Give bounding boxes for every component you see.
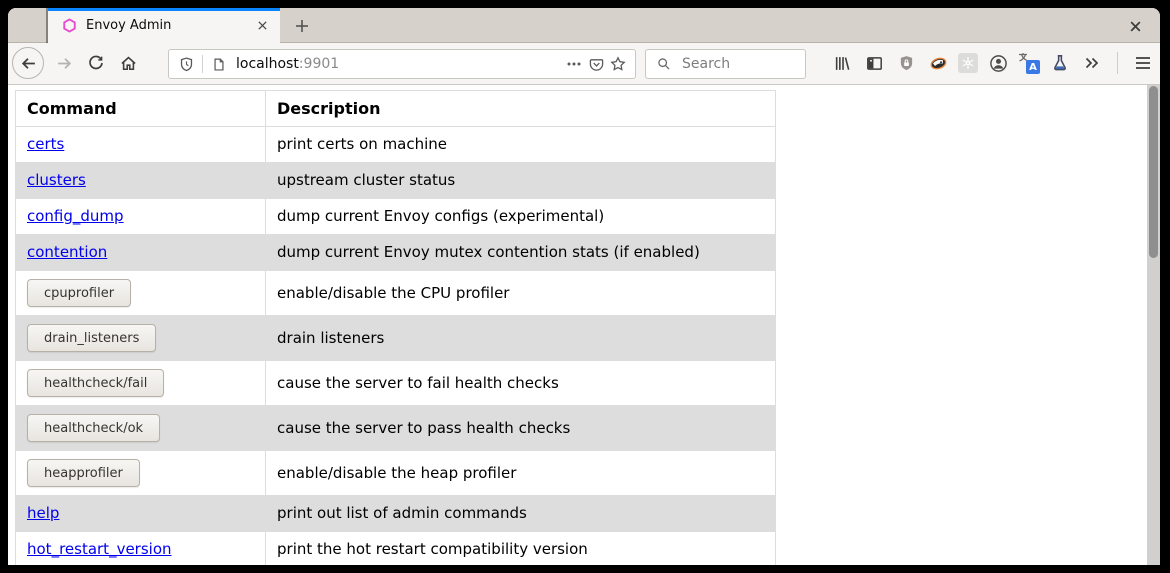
admin-command-table: Command Description certs print certs on … [15, 90, 776, 565]
command-button[interactable]: heapprofiler [27, 459, 140, 487]
command-button[interactable]: healthcheck/fail [27, 369, 164, 397]
table-row: heapprofiler enable/disable the heap prof… [16, 451, 776, 496]
scrollbar-thumb[interactable] [1149, 86, 1158, 258]
translate-extension-icon[interactable]: A [1018, 52, 1040, 74]
command-link[interactable]: hot_restart_version [27, 540, 172, 558]
command-cell: heapprofiler [16, 451, 266, 496]
command-cell: healthcheck/ok [16, 406, 266, 451]
command-cell: cpuprofiler [16, 271, 266, 316]
search-input[interactable] [682, 56, 792, 72]
command-cell: hot_restart_version [16, 532, 266, 566]
table-row: certs print certs on machine [16, 127, 776, 163]
command-link[interactable]: clusters [27, 171, 86, 189]
page-icon[interactable] [208, 53, 230, 75]
forward-button[interactable] [48, 47, 80, 79]
command-description: upstream cluster status [266, 163, 776, 199]
titlebar-spacer [8, 8, 48, 42]
table-row: healthcheck/ok cause the server to pass h… [16, 406, 776, 451]
command-cell: contention [16, 235, 266, 271]
url-host: localhost [236, 56, 299, 72]
command-description: enable/disable the heap profiler [266, 451, 776, 496]
table-header-row: Command Description [16, 91, 776, 127]
table-row: config_dump dump current Envoy configs (e… [16, 199, 776, 235]
command-cell: help [16, 496, 266, 532]
table-row: contention dump current Envoy mutex conte… [16, 235, 776, 271]
envoy-favicon-icon [62, 18, 77, 33]
reload-button[interactable] [80, 47, 112, 79]
url-port: :9901 [299, 56, 339, 72]
toolbar-separator [1117, 52, 1118, 74]
browser-window: Envoy Admin [8, 8, 1160, 565]
table-row: healthcheck/fail cause the server to fail… [16, 361, 776, 406]
command-cell: clusters [16, 163, 266, 199]
command-description: drain listeners [266, 316, 776, 361]
command-button[interactable]: cpuprofiler [27, 279, 131, 307]
toolbar-right-icons: A [830, 47, 1155, 79]
command-link[interactable]: certs [27, 135, 64, 153]
home-button[interactable] [112, 47, 144, 79]
command-description: dump current Envoy mutex contention stat… [266, 235, 776, 271]
shield-lock-extension-icon[interactable] [894, 51, 918, 75]
translate-a-glyph: A [1026, 60, 1040, 74]
command-description: dump current Envoy configs (experimental… [266, 199, 776, 235]
command-description: enable/disable the CPU profiler [266, 271, 776, 316]
command-button[interactable]: healthcheck/ok [27, 414, 160, 442]
menu-icon[interactable] [1131, 51, 1155, 75]
command-description: print out list of admin commands [266, 496, 776, 532]
command-cell: drain_listeners [16, 316, 266, 361]
navigation-toolbar: localhost:9901 [8, 43, 1160, 85]
tab-envoy-admin[interactable]: Envoy Admin [48, 8, 280, 43]
table-row: drain_listeners drain listeners [16, 316, 776, 361]
new-tab-button[interactable] [286, 11, 318, 41]
command-table-body: certs print certs on machine clusters upstr… [16, 127, 776, 566]
command-cell: certs [16, 127, 266, 163]
command-cell: config_dump [16, 199, 266, 235]
pocket-icon[interactable] [585, 53, 607, 75]
urlbar-separator [202, 55, 203, 73]
command-link[interactable]: contention [27, 243, 107, 261]
column-header-description: Description [266, 91, 776, 127]
column-header-command: Command [16, 91, 266, 127]
overflow-chevron-icon[interactable] [1080, 51, 1104, 75]
vertical-scrollbar[interactable] [1147, 85, 1160, 565]
tab-bar: Envoy Admin [8, 8, 1160, 43]
table-row: hot_restart_version print the hot restart… [16, 532, 776, 566]
back-button[interactable] [12, 47, 44, 79]
bookmark-star-icon[interactable] [607, 53, 629, 75]
command-link[interactable]: help [27, 504, 59, 522]
account-icon[interactable] [986, 51, 1010, 75]
command-cell: healthcheck/fail [16, 361, 266, 406]
command-description: cause the server to fail health checks [266, 361, 776, 406]
command-link[interactable]: config_dump [27, 207, 124, 225]
tab-title: Envoy Admin [86, 18, 252, 33]
library-icon[interactable] [830, 51, 854, 75]
command-description: print the hot restart compatibility vers… [266, 532, 776, 566]
window-close-button[interactable] [1122, 16, 1148, 36]
page-content: Command Description certs print certs on … [8, 85, 1160, 565]
search-magnifier-icon [653, 53, 675, 75]
table-row: clusters upstream cluster status [16, 163, 776, 199]
sidebar-icon[interactable] [862, 51, 886, 75]
url-text[interactable]: localhost:9901 [236, 56, 563, 72]
table-row: cpuprofiler enable/disable the CPU profil… [16, 271, 776, 316]
command-button[interactable]: drain_listeners [27, 324, 156, 352]
command-description: print certs on machine [266, 127, 776, 163]
flask-extension-icon[interactable] [1048, 51, 1072, 75]
snowflake-extension-icon[interactable] [958, 53, 978, 73]
privacy-badger-extension-icon[interactable] [926, 51, 950, 75]
search-box[interactable] [645, 49, 806, 79]
tab-close-icon[interactable] [252, 16, 272, 36]
page-actions-dots-icon[interactable] [563, 53, 585, 75]
command-description: cause the server to pass health checks [266, 406, 776, 451]
tracking-protection-shield-icon[interactable] [175, 53, 197, 75]
table-row: help print out list of admin commands [16, 496, 776, 532]
url-bar[interactable]: localhost:9901 [168, 49, 636, 79]
